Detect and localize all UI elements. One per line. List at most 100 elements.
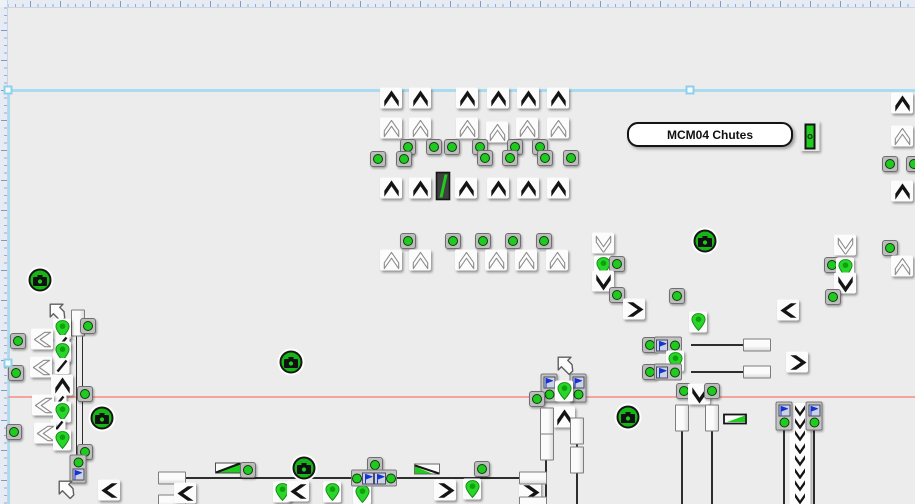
chevron-left-white-icon[interactable] [30, 357, 52, 378]
chevron-left-black-icon[interactable] [777, 300, 799, 321]
chevron-left-black-icon[interactable] [287, 481, 309, 502]
diverter-slash-icon[interactable] [55, 358, 70, 374]
location-pin-icon[interactable] [555, 381, 573, 402]
chevron-up-white-icon[interactable] [486, 122, 508, 143]
selection-handle[interactable] [4, 86, 13, 95]
camera-icon[interactable] [280, 351, 303, 374]
mcm04-chutes-label[interactable]: MCM04 Chutes [627, 122, 793, 147]
chevron-up-black-icon[interactable] [380, 88, 402, 109]
ramp-indicator[interactable] [414, 464, 440, 475]
status-light-green[interactable] [563, 150, 579, 166]
selection-handle[interactable] [686, 86, 695, 95]
ramp-indicator[interactable] [215, 463, 241, 474]
vertical-gauge[interactable] [801, 121, 820, 151]
sensor-pair[interactable] [806, 402, 823, 431]
status-light-green[interactable] [444, 139, 460, 155]
chevron-left-black-icon[interactable] [174, 483, 196, 504]
chevron-up-white-icon[interactable] [409, 118, 431, 139]
status-light-green[interactable] [882, 240, 898, 256]
chevron-down-white-icon[interactable] [592, 233, 614, 254]
status-light-green[interactable] [882, 156, 898, 172]
connector-line[interactable] [691, 371, 745, 373]
conveyor-segment-horizontal[interactable] [519, 472, 547, 485]
turn-arrow-icon[interactable] [55, 477, 79, 501]
chevron-up-black-icon[interactable] [547, 178, 569, 199]
status-light-green[interactable] [537, 150, 553, 166]
location-pin-icon[interactable] [353, 484, 371, 504]
chevron-left-white-icon[interactable] [32, 395, 54, 416]
connector-line[interactable] [576, 473, 578, 504]
connector-line[interactable] [711, 431, 713, 504]
chevron-up-white-icon[interactable] [516, 118, 538, 139]
chevron-right-black-icon[interactable] [623, 299, 645, 320]
connector-line[interactable] [691, 344, 745, 346]
chevron-up-black-icon[interactable] [891, 93, 913, 114]
chevron-up-black-icon[interactable] [891, 181, 913, 202]
sensor-quad[interactable] [351, 470, 397, 487]
chevron-up-white-icon[interactable] [546, 250, 568, 271]
chevron-right-black-icon[interactable] [786, 352, 808, 373]
chevron-up-white-icon[interactable] [485, 250, 507, 271]
conveyor-segment-horizontal[interactable] [743, 366, 771, 379]
chevron-up-white-icon[interactable] [409, 250, 431, 271]
sensor-pair[interactable] [776, 402, 793, 431]
ramp-indicator-vertical[interactable] [436, 172, 451, 201]
conveyor-segment-vertical[interactable] [675, 405, 689, 432]
chevron-down-white-icon[interactable] [834, 235, 856, 256]
status-light-green[interactable] [445, 233, 461, 249]
status-light-green[interactable] [6, 424, 22, 440]
chevron-left-black-icon[interactable] [98, 480, 120, 501]
status-light-green[interactable] [77, 386, 93, 402]
conveyor-segment-horizontal[interactable] [743, 339, 771, 352]
chevron-up-black-icon[interactable] [409, 88, 431, 109]
chevron-up-black-icon[interactable] [456, 88, 478, 109]
location-pin-icon[interactable] [323, 482, 341, 503]
chevron-up-white-icon[interactable] [891, 126, 913, 147]
chevron-up-black-icon[interactable] [380, 178, 402, 199]
status-light-green[interactable] [426, 139, 442, 155]
camera-icon[interactable] [694, 230, 717, 253]
chevron-up-black-icon[interactable] [51, 375, 73, 396]
chevron-up-white-icon[interactable] [456, 118, 478, 139]
location-pin-icon[interactable] [689, 312, 707, 333]
status-light-green[interactable] [80, 318, 96, 334]
status-light-green[interactable] [505, 233, 521, 249]
chevron-up-white-icon[interactable] [891, 256, 913, 277]
chevron-up-black-icon[interactable] [409, 178, 431, 199]
chevron-up-white-icon[interactable] [455, 250, 477, 271]
status-light-green[interactable] [825, 289, 841, 305]
chevron-up-white-icon[interactable] [380, 118, 402, 139]
conveyor-segment-vertical[interactable] [570, 447, 584, 474]
ramp-indicator[interactable] [723, 414, 747, 425]
status-light-green[interactable] [396, 151, 412, 167]
camera-icon[interactable] [293, 457, 316, 480]
connector-line[interactable] [681, 431, 683, 504]
sensor-pair[interactable] [654, 364, 682, 381]
conveyor-segment-horizontal[interactable] [519, 497, 547, 504]
status-light-green[interactable] [477, 150, 493, 166]
chevron-up-black-icon[interactable] [517, 178, 539, 199]
chevron-up-white-icon[interactable] [515, 250, 537, 271]
status-light-green[interactable] [704, 383, 720, 399]
camera-icon[interactable] [91, 407, 114, 430]
chevron-left-white-icon[interactable] [31, 329, 53, 350]
connector-line[interactable] [783, 428, 785, 504]
location-pin-icon[interactable] [463, 479, 481, 500]
status-light-green[interactable] [370, 151, 386, 167]
status-light-green[interactable] [502, 150, 518, 166]
status-light-green[interactable] [474, 461, 490, 477]
status-light-green[interactable] [240, 462, 256, 478]
chevron-up-black-icon[interactable] [487, 88, 509, 109]
status-light-green[interactable] [400, 233, 416, 249]
location-pin-icon[interactable] [53, 430, 71, 451]
chevron-up-white-icon[interactable] [380, 250, 402, 271]
status-light-green[interactable] [529, 391, 545, 407]
chevron-up-black-icon[interactable] [455, 178, 477, 199]
conveyor-segment-vertical[interactable] [570, 418, 584, 445]
camera-icon[interactable] [29, 269, 52, 292]
chevron-up-black-icon[interactable] [487, 178, 509, 199]
status-light-green[interactable] [536, 233, 552, 249]
conveyor-segment-vertical[interactable] [540, 408, 554, 435]
chevron-up-black-icon[interactable] [517, 88, 539, 109]
status-light-green[interactable] [906, 156, 915, 172]
